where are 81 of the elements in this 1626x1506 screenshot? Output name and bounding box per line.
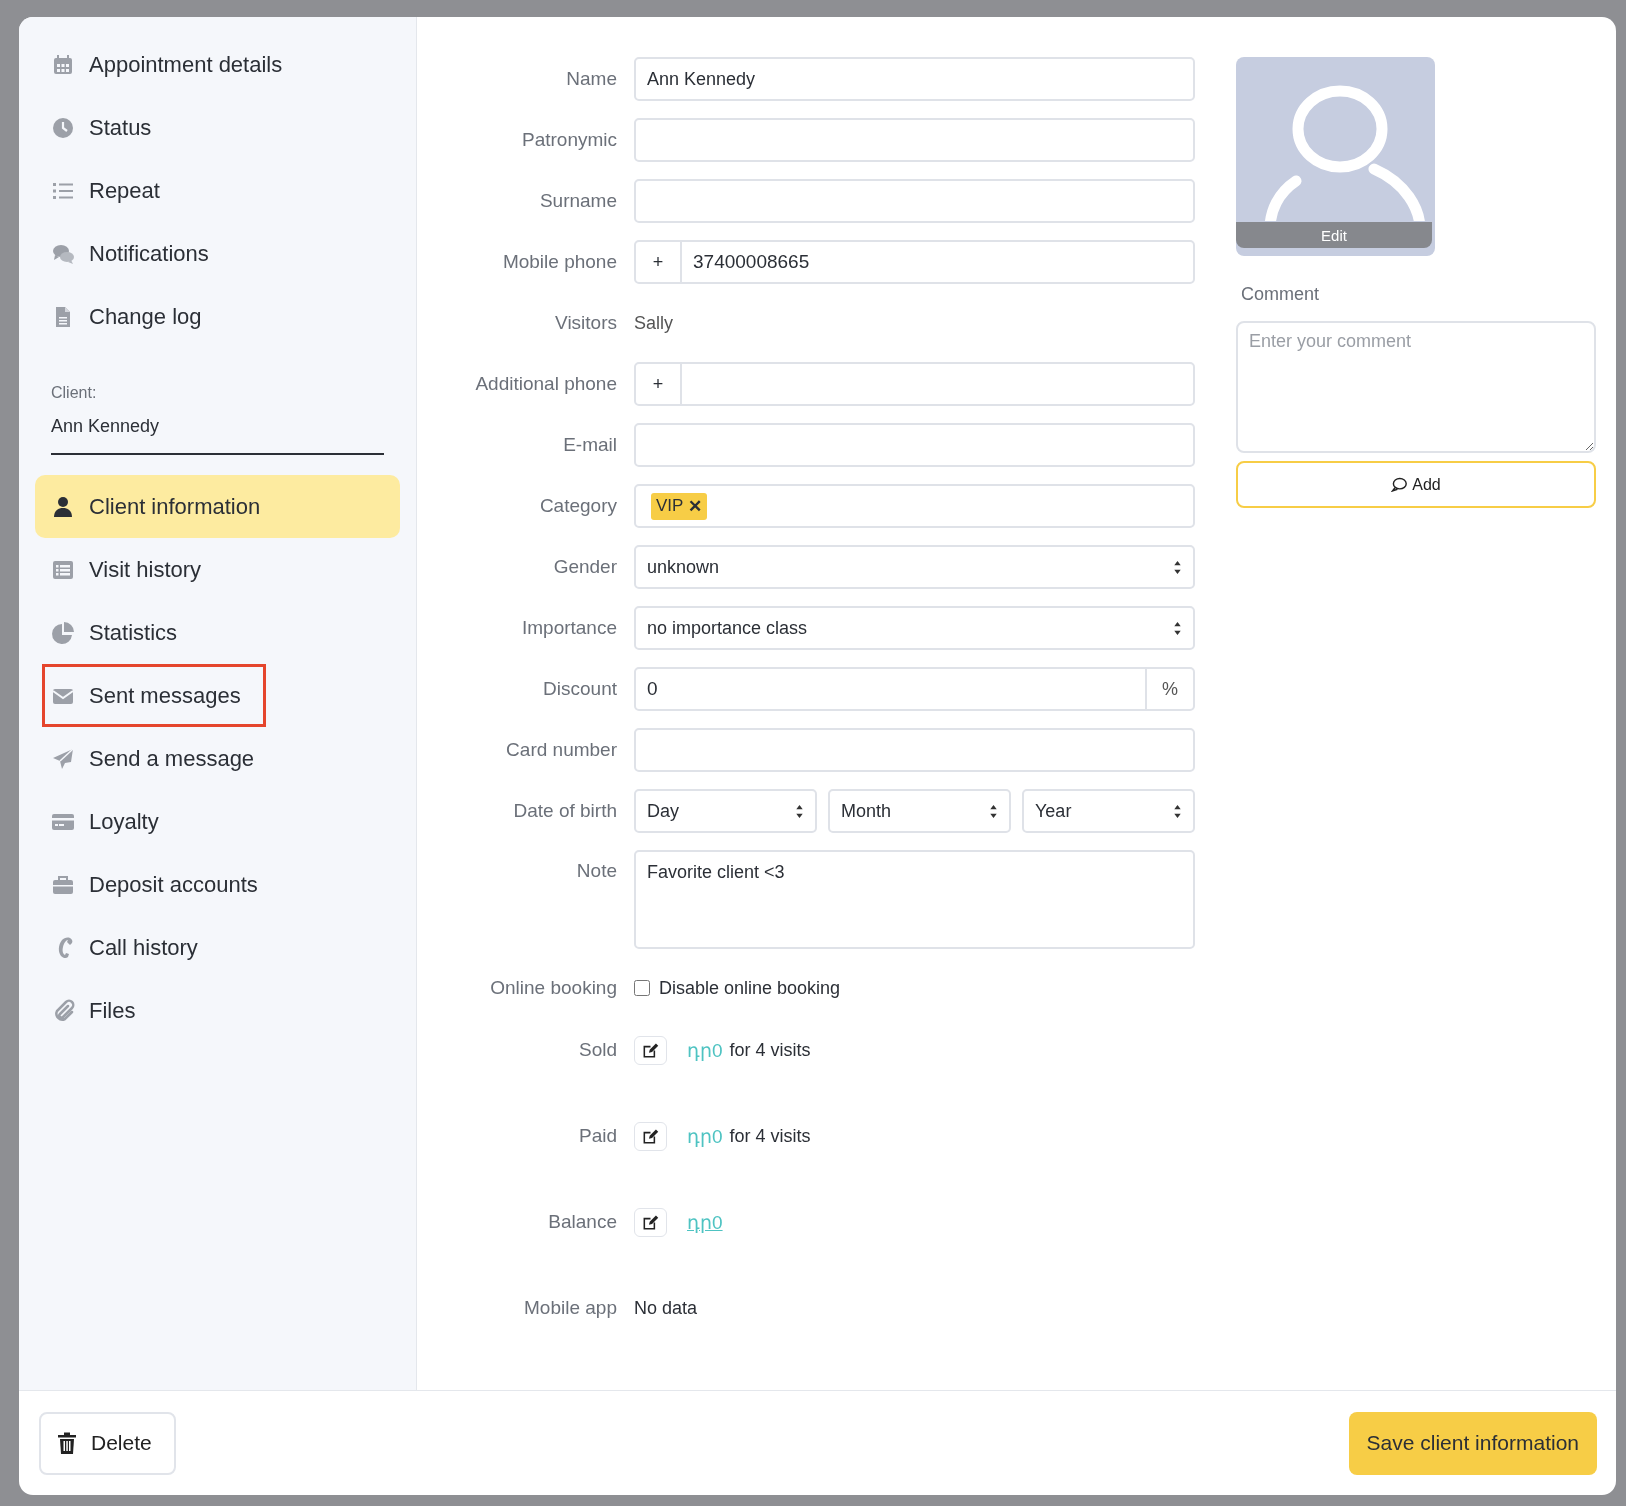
phone-field[interactable]: + — [634, 362, 1195, 406]
field-label: Patronymic — [520, 129, 618, 151]
field-label: Card number — [505, 739, 618, 761]
nav-item[interactable]: Visit history — [35, 538, 400, 601]
dropdown[interactable]: Year — [1022, 789, 1195, 833]
phone-field[interactable]: + 37400008665 — [634, 240, 1195, 284]
text-field[interactable] — [634, 118, 1195, 162]
dropdown[interactable]: Day — [634, 789, 817, 833]
delete-button[interactable]: Delete — [39, 1411, 176, 1475]
text-field[interactable] — [634, 179, 1195, 223]
up-down-caret-icon — [795, 803, 804, 819]
field-label: Additional phone — [474, 373, 618, 395]
text-field[interactable] — [634, 423, 1195, 467]
field-label: Mobile phone — [501, 251, 618, 273]
nav-item[interactable]: Send a message — [35, 727, 400, 790]
field-label: Note — [575, 859, 618, 882]
dropdown[interactable]: Month — [828, 789, 1011, 833]
text-field[interactable]: Ann Kennedy — [634, 57, 1195, 101]
visitor-name: Sally — [634, 312, 673, 334]
field-label: Sold — [577, 1039, 618, 1061]
nav-item[interactable]: Sent messages — [42, 664, 266, 727]
discount-field[interactable]: 0 % — [634, 667, 1195, 711]
up-down-caret-icon — [1173, 559, 1182, 575]
nav-item[interactable]: Status — [35, 96, 400, 159]
save-button[interactable]: Save client information — [1348, 1411, 1597, 1475]
comment-label: Comment — [1241, 284, 1321, 305]
field-label: Discount — [542, 678, 618, 700]
speech-bubble-icon — [1391, 477, 1408, 492]
add-comment-button[interactable]: Add — [1236, 461, 1596, 508]
field-label: Importance — [520, 617, 618, 639]
field-label: E-mail — [562, 434, 618, 456]
nav-item[interactable]: Call history — [35, 916, 400, 979]
comment-field[interactable]: Enter your comment — [1236, 321, 1596, 453]
field-label: Balance — [547, 1211, 618, 1233]
client-label: Client: — [51, 384, 98, 402]
category-field[interactable]: VIP ✕ — [634, 484, 1195, 528]
nav-item[interactable]: Appointment details — [35, 33, 400, 96]
dropdown[interactable]: no importance class — [634, 606, 1195, 650]
field-label: Paid — [577, 1125, 618, 1147]
edit-icon — [642, 1127, 659, 1145]
nav-item[interactable]: Files — [35, 979, 400, 1042]
nav-item[interactable]: Repeat — [35, 159, 400, 222]
up-down-caret-icon — [1173, 620, 1182, 636]
person-icon — [51, 494, 75, 519]
field-label: Surname — [538, 190, 618, 212]
edit-button[interactable] — [634, 1207, 667, 1237]
note-field[interactable]: Favorite client <3 — [634, 850, 1195, 949]
edit-icon — [642, 1041, 659, 1059]
field-label: Gender — [552, 556, 618, 578]
calendar-icon — [51, 52, 75, 77]
nav-item[interactable]: Statistics — [35, 601, 400, 664]
field-label: Category — [538, 495, 618, 517]
text-field[interactable] — [634, 728, 1195, 772]
field-label: Name — [565, 68, 618, 90]
clock-icon — [51, 115, 75, 140]
category-tag[interactable]: VIP ✕ — [651, 492, 708, 520]
field-label: Mobile app — [523, 1297, 618, 1319]
up-down-caret-icon — [1173, 803, 1182, 819]
edit-icon — [642, 1213, 659, 1231]
client-name: Ann Kennedy — [51, 416, 384, 455]
mobile-app-status: No data — [634, 1297, 698, 1319]
field-label: Date of birth — [512, 800, 618, 822]
pie-chart-icon — [51, 620, 75, 645]
up-down-caret-icon — [989, 803, 998, 819]
dropdown[interactable]: unknown — [634, 545, 1195, 589]
nav-item[interactable]: Deposit accounts — [35, 853, 400, 916]
visits-text: for 4 visits — [729, 1125, 811, 1147]
nav-item[interactable]: Loyalty — [35, 790, 400, 853]
nav-item[interactable]: Change log — [35, 285, 400, 348]
edit-photo-button[interactable]: Edit — [1236, 222, 1432, 248]
trash-icon — [57, 1432, 77, 1454]
paper-plane-icon — [51, 746, 75, 771]
checkbox-label: Disable online booking — [659, 977, 841, 999]
nav-item[interactable]: Notifications — [35, 222, 400, 285]
field-label: Visitors — [554, 312, 618, 334]
nav-item[interactable]: Client information — [35, 475, 400, 538]
visits-text: for 4 visits — [729, 1039, 811, 1061]
checkbox[interactable] — [634, 980, 650, 996]
edit-button[interactable] — [634, 1121, 667, 1151]
edit-button[interactable] — [634, 1035, 667, 1065]
field-label: Online booking — [489, 977, 618, 999]
